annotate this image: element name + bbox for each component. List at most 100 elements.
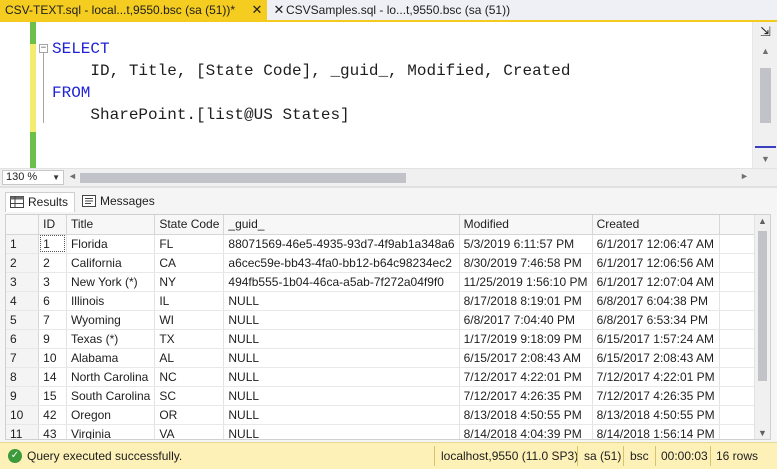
grid-cell[interactable]: South Carolina [66,386,156,406]
grid-cell[interactable]: NY [154,272,225,292]
grid-cell[interactable]: WI [154,310,225,330]
grid-cell[interactable]: 6 [38,291,67,311]
grid-cell[interactable]: 88071569-46e5-4935-93d7-4f9ab1a348a6 [223,234,460,254]
table-row[interactable]: 11 43 Virginia VA NULL 8/14/2018 4:04:39 PM 8/… [6,424,770,439]
editor-vertical-scrollbar[interactable]: ⇲ ▲ ▼ [752,22,777,168]
grid-cell[interactable]: 9 [38,329,67,349]
grid-cell[interactable]: 7/12/2017 4:26:35 PM [459,386,593,406]
results-grid[interactable]: ID Title State Code _guid_ Modified Created 1… [5,214,771,440]
row-number[interactable]: 7 [6,348,40,368]
grid-cell[interactable]: 1/17/2019 9:18:09 PM [459,329,593,349]
grid-cell[interactable]: CA [154,253,225,273]
row-number[interactable]: 5 [6,310,40,330]
row-number[interactable]: 3 [6,272,40,292]
grid-cell[interactable]: 6/8/2017 6:53:34 PM [592,310,720,330]
column-header[interactable]: Modified [459,215,593,235]
split-window-icon[interactable]: ⇲ [758,25,773,40]
grid-cell[interactable]: SC [154,386,225,406]
grid-cell[interactable]: 8/13/2018 4:50:55 PM [592,405,720,425]
grid-cell[interactable]: 6/15/2017 1:57:24 AM [592,329,720,349]
zoom-level-select[interactable]: 130 % ▼ [2,170,64,185]
code-line[interactable]: SharePoint.[list@US States] [52,104,570,126]
grid-cell[interactable]: 8/14/2018 1:56:14 PM [592,424,720,439]
grid-cell[interactable]: 3 [38,272,67,292]
grid-cell[interactable]: Alabama [66,348,156,368]
grid-cell[interactable]: FL [154,234,225,254]
row-number[interactable]: 1 [6,234,40,254]
grid-cell[interactable]: 6/1/2017 12:06:47 AM [592,234,720,254]
editor-scroll-thumb[interactable] [760,68,771,123]
table-row[interactable]: 10 42 Oregon OR NULL 8/13/2018 4:50:55 PM 8/13… [6,405,770,425]
grid-cell[interactable]: Virginia [66,424,156,439]
grid-cell[interactable]: 7/12/2017 4:26:35 PM [592,386,720,406]
grid-cell[interactable]: North Carolina [66,367,156,387]
table-row[interactable]: 5 7 Wyoming WI NULL 6/8/2017 7:04:40 PM 6/8/20… [6,310,770,330]
grid-cell[interactable]: TX [154,329,225,349]
scroll-up-icon[interactable]: ▲ [759,46,772,56]
grid-cell[interactable]: NULL [223,329,460,349]
grid-cell[interactable]: 8/14/2018 4:04:39 PM [459,424,593,439]
code-line[interactable]: FROM [52,82,570,104]
grid-cell[interactable]: NULL [223,291,460,311]
tab-csv-text-sql[interactable]: CSV-TEXT.sql - local...t,9550.bsc (sa (5… [0,0,267,20]
table-row[interactable]: 8 14 North Carolina NC NULL 7/12/2017 4:22:01… [6,367,770,387]
grid-cell[interactable]: VA [154,424,225,439]
table-row[interactable]: 1 1 Florida FL 88071569-46e5-4935-93d7-4f9ab… [6,234,770,254]
column-header[interactable]: State Code [154,215,225,235]
editor-horizontal-scroll-thumb[interactable] [80,173,406,183]
query-editor[interactable]: − SELECT ID, Title, [State Code], _guid_… [0,22,777,168]
row-number[interactable]: 8 [6,367,40,387]
row-number[interactable]: 6 [6,329,40,349]
grid-cell[interactable]: NULL [223,310,460,330]
tab-results[interactable]: Results [5,192,75,212]
code-line[interactable]: SELECT [52,38,570,60]
grid-cell[interactable]: 6/15/2017 2:08:43 AM [459,348,593,368]
grid-cell[interactable]: 6/8/2017 6:04:38 PM [592,291,720,311]
grid-cell[interactable]: 494fb555-1b04-46ca-a5ab-7f272a04f9f0 [223,272,460,292]
scroll-down-icon[interactable]: ▼ [759,154,772,164]
grid-cell[interactable]: 8/17/2018 8:19:01 PM [459,291,593,311]
scroll-down-icon[interactable]: ▼ [758,428,767,438]
grid-cell[interactable]: 14 [38,367,67,387]
grid-cell[interactable]: 6/1/2017 12:06:56 AM [592,253,720,273]
grid-cell[interactable]: NULL [223,367,460,387]
grid-cell[interactable]: a6cec59e-bb43-4fa0-bb12-b64c98234ec2 [223,253,460,273]
grid-cell[interactable]: 2 [38,253,67,273]
grid-cell[interactable]: Florida [66,234,156,254]
table-row[interactable]: 6 9 Texas (*) TX NULL 1/17/2019 9:18:09 PM 6/1… [6,329,770,349]
sql-code[interactable]: SELECT ID, Title, [State Code], _guid_, … [52,38,570,126]
grid-cell[interactable]: 15 [38,386,67,406]
code-line[interactable]: ID, Title, [State Code], _guid_, Modifie… [52,60,570,82]
grid-cell[interactable]: 11/25/2019 1:56:10 PM [459,272,593,292]
grid-cell[interactable]: NC [154,367,225,387]
column-header[interactable]: ID [38,215,67,235]
grid-cell[interactable]: NULL [223,386,460,406]
grid-cell[interactable]: Texas (*) [66,329,156,349]
tab-messages[interactable]: Messages [78,192,156,212]
table-row[interactable]: 7 10 Alabama AL NULL 6/15/2017 2:08:43 AM 6/15… [6,348,770,368]
grid-cell[interactable]: 5/3/2019 6:11:57 PM [459,234,593,254]
grid-cell[interactable]: OR [154,405,225,425]
grid-cell[interactable]: 8/30/2019 7:46:58 PM [459,253,593,273]
row-number[interactable]: 2 [6,253,40,273]
column-header[interactable]: Created [592,215,720,235]
grid-cell[interactable]: Wyoming [66,310,156,330]
close-icon[interactable]: ✕ [272,0,286,20]
grid-cell[interactable]: 6/1/2017 12:07:04 AM [592,272,720,292]
column-header[interactable]: Title [66,215,156,235]
grid-cell[interactable]: 43 [38,424,67,439]
grid-cell[interactable]: NULL [223,424,460,439]
grid-corner-cell[interactable] [6,215,40,235]
grid-cell[interactable]: New York (*) [66,272,156,292]
grid-cell[interactable]: AL [154,348,225,368]
tab-csv-samples-sql[interactable]: ✕ CSVSamples.sql - lo...t,9550.bsc (sa (… [267,0,510,20]
table-row[interactable]: 9 15 South Carolina SC NULL 7/12/2017 4:26:35… [6,386,770,406]
grid-cell[interactable]: 7 [38,310,67,330]
grid-cell[interactable]: Illinois [66,291,156,311]
grid-cell[interactable]: 6/15/2017 2:08:43 AM [592,348,720,368]
table-row[interactable]: 4 6 Illinois IL NULL 8/17/2018 8:19:01 PM 6/8/… [6,291,770,311]
grid-cell[interactable]: 6/8/2017 7:04:40 PM [459,310,593,330]
grid-vertical-scrollbar[interactable]: ▲ ▼ [754,215,770,439]
grid-cell[interactable]: Oregon [66,405,156,425]
grid-scroll-thumb[interactable] [758,231,767,381]
